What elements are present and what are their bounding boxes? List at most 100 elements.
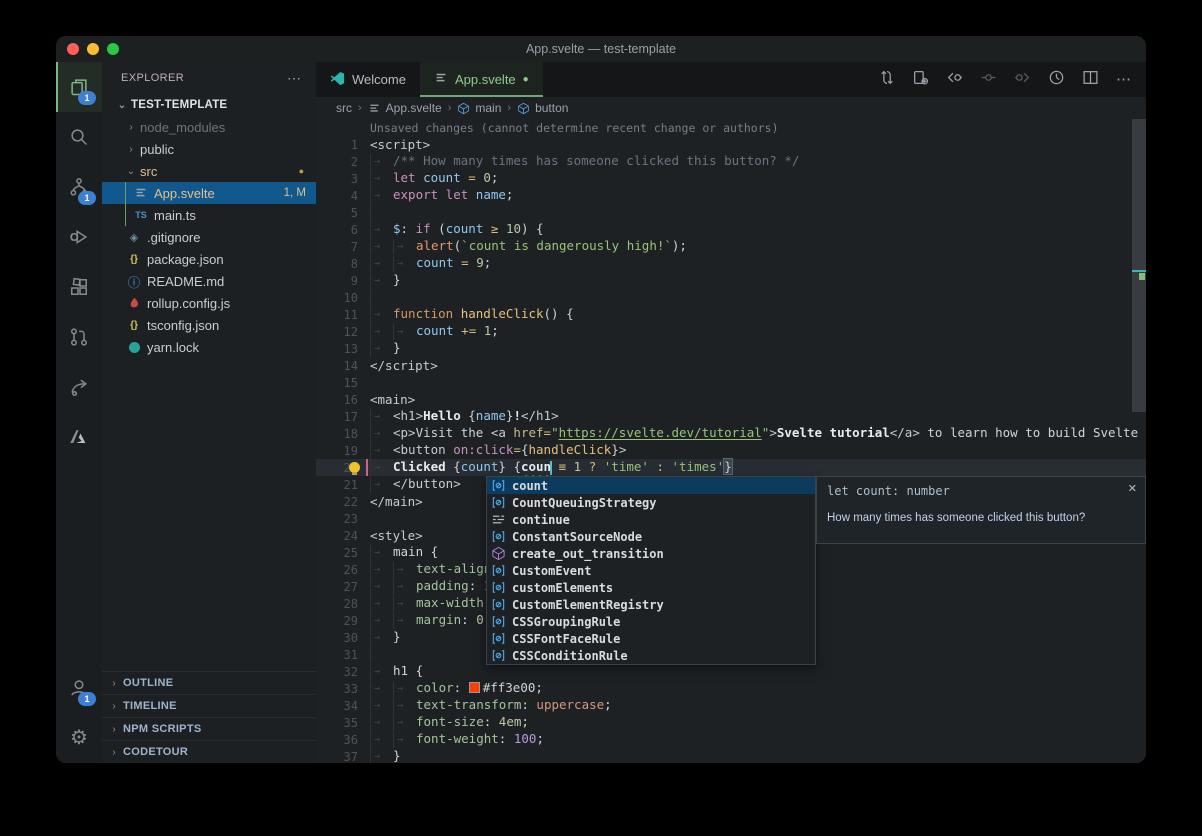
tree-item-yarn-lock[interactable]: yarn.lock (102, 336, 316, 358)
line-number[interactable]: 19 (316, 444, 370, 458)
line-number[interactable]: 18 (316, 427, 370, 441)
line-number[interactable]: 17 (316, 410, 370, 424)
line-number[interactable]: 28 (316, 597, 370, 611)
line-number[interactable]: 13 (316, 342, 370, 356)
tree-item-app-svelte[interactable]: App.svelte1, M (102, 182, 316, 204)
editor-scrollbar[interactable] (1132, 119, 1146, 763)
tree-item-readme-md[interactable]: ⓘREADME.md (102, 270, 316, 292)
suggestion-count[interactable]: count (487, 477, 815, 494)
line-number[interactable]: 15 (316, 376, 370, 390)
line-number[interactable]: 36 (316, 733, 370, 747)
breadcrumb-item-app-svelte[interactable]: App.svelte (386, 101, 442, 115)
more-actions-button[interactable]: ⋯ (1116, 70, 1132, 89)
breadcrumb-item-main[interactable]: main (475, 101, 501, 115)
line-number[interactable]: 14 (316, 359, 370, 373)
code-line-7[interactable]: 7alert(`count is dangerously high!`); (316, 238, 1146, 255)
line-number[interactable]: 23 (316, 512, 370, 526)
titlebar[interactable]: App.svelte — test-template (56, 36, 1146, 62)
gitlens-compare-button[interactable] (878, 69, 895, 91)
sidebar-section-outline[interactable]: ›OUTLINE (102, 672, 316, 694)
tree-item-tsconfig-json[interactable]: {}tsconfig.json (102, 314, 316, 336)
code-line-3[interactable]: 3let count = 0; (316, 170, 1146, 187)
activity-accounts-button[interactable]: 1 (56, 663, 102, 713)
line-number[interactable]: 20 (316, 461, 370, 475)
split-editor-button[interactable] (1082, 69, 1099, 91)
tree-item-rollup-config-js[interactable]: rollup.config.js (102, 292, 316, 314)
activity-gitlens-button[interactable] (56, 362, 102, 412)
code-line-19[interactable]: 19<button on:click={handleClick}> (316, 442, 1146, 459)
activity-search-button[interactable] (56, 112, 102, 162)
breadcrumb-item-src[interactable]: src (336, 101, 352, 115)
line-number[interactable]: 33 (316, 682, 370, 696)
code-line-2[interactable]: 2/** How many times has someone clicked … (316, 153, 1146, 170)
line-number[interactable]: 32 (316, 665, 370, 679)
suggestion-CustomEvent[interactable]: CustomEvent (487, 562, 815, 579)
sidebar-section-timeline[interactable]: ›TIMELINE (102, 694, 316, 717)
code-line-36[interactable]: 36font-weight: 100; (316, 731, 1146, 748)
line-number[interactable]: 5 (316, 206, 370, 220)
suggestion-continue[interactable]: continue (487, 511, 815, 528)
tree-root-test-template[interactable]: ⌄TEST-TEMPLATE (102, 94, 316, 116)
file-history-button[interactable] (1048, 69, 1065, 91)
scrollbar-thumb[interactable] (1132, 119, 1146, 412)
suggestion-CSSGroupingRule[interactable]: CSSGroupingRule (487, 613, 815, 630)
tree-item-public[interactable]: ›public (102, 138, 316, 160)
line-number[interactable]: 12 (316, 325, 370, 339)
line-number[interactable]: 30 (316, 631, 370, 645)
code-line-8[interactable]: 8count = 9; (316, 255, 1146, 272)
activity-azure-button[interactable] (56, 412, 102, 462)
code-line-11[interactable]: 11function handleClick() { (316, 306, 1146, 323)
suggestion-create_out_transition[interactable]: create_out_transition (487, 545, 815, 562)
line-number[interactable]: 16 (316, 393, 370, 407)
code-editor[interactable]: Unsaved changes (cannot determine recent… (316, 119, 1146, 763)
activity-extensions-button[interactable] (56, 262, 102, 312)
line-number[interactable]: 26 (316, 563, 370, 577)
suggestion-CSSFontFaceRule[interactable]: CSSFontFaceRule (487, 630, 815, 647)
code-line-4[interactable]: 4export let name; (316, 187, 1146, 204)
sidebar-section-codetour[interactable]: ›CODETOUR (102, 740, 316, 763)
code-line-16[interactable]: 16<main> (316, 391, 1146, 408)
line-number[interactable]: 2 (316, 155, 370, 169)
line-number[interactable]: 27 (316, 580, 370, 594)
code-line-1[interactable]: 1<script> (316, 136, 1146, 153)
tab-welcome[interactable]: Welcome (316, 62, 420, 97)
line-number[interactable]: 3 (316, 172, 370, 186)
open-changes-button[interactable] (912, 69, 929, 91)
code-line-12[interactable]: 12count += 1; (316, 323, 1146, 340)
line-number[interactable]: 11 (316, 308, 370, 322)
code-line-6[interactable]: 6$: if (count ≥ 10) { (316, 221, 1146, 238)
close-icon[interactable]: ✕ (1128, 482, 1137, 495)
code-line-20[interactable]: 20Clicked {count} {coun ≡ 1 ? 'time' : '… (316, 459, 1146, 476)
line-number[interactable]: 37 (316, 750, 370, 764)
code-line-15[interactable]: 15 (316, 374, 1146, 391)
code-line-13[interactable]: 13} (316, 340, 1146, 357)
line-number[interactable]: 9 (316, 274, 370, 288)
code-line-10[interactable]: 10 (316, 289, 1146, 306)
tree-item-gitignore[interactable]: ◈.gitignore (102, 226, 316, 248)
tree-item-package-json[interactable]: {}package.json (102, 248, 316, 270)
line-number[interactable]: 1 (316, 138, 370, 152)
line-number[interactable]: 29 (316, 614, 370, 628)
line-number[interactable]: 35 (316, 716, 370, 730)
tree-item-main-ts[interactable]: TSmain.ts (102, 204, 316, 226)
line-number[interactable]: 25 (316, 546, 370, 560)
line-number[interactable]: 7 (316, 240, 370, 254)
suggestion-CountQueuingStrategy[interactable]: CountQueuingStrategy (487, 494, 815, 511)
activity-source-control-button[interactable]: 1 (56, 162, 102, 212)
previous-change-button[interactable] (946, 69, 963, 91)
explorer-more-actions-icon[interactable]: ⋯ (287, 70, 302, 87)
line-number[interactable]: 10 (316, 291, 370, 305)
code-line-5[interactable]: 5 (316, 204, 1146, 221)
activity-settings-button[interactable]: ⚙ (56, 713, 102, 763)
tab-app-svelte[interactable]: App.svelte● (420, 62, 543, 97)
lightbulb-icon[interactable] (349, 462, 360, 473)
tree-item-src[interactable]: ⌄src● (102, 160, 316, 182)
line-number[interactable]: 6 (316, 223, 370, 237)
activity-github-pull-requests-button[interactable] (56, 312, 102, 362)
suggestion-CustomElementRegistry[interactable]: CustomElementRegistry (487, 596, 815, 613)
breadcrumb[interactable]: src›App.svelte›main›button (316, 97, 1146, 119)
code-line-9[interactable]: 9} (316, 272, 1146, 289)
line-number[interactable]: 8 (316, 257, 370, 271)
line-number[interactable]: 34 (316, 699, 370, 713)
line-number[interactable]: 21 (316, 478, 370, 492)
